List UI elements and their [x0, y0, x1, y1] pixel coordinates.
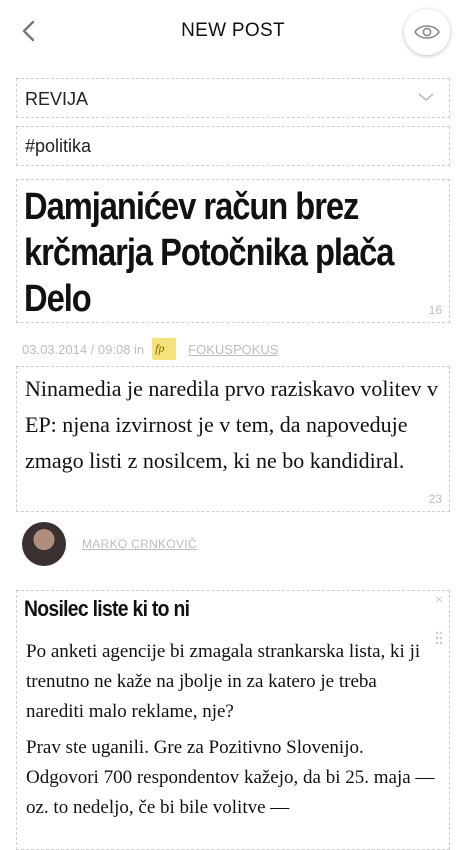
preview-button[interactable]	[404, 9, 450, 55]
body-subheading: Nosilec liste ki to ni	[24, 596, 190, 621]
category-value: REVIJA	[25, 89, 89, 109]
post-date: 03.03.2014 / 09:08 in	[22, 341, 145, 357]
page-title: NEW POST	[181, 20, 285, 41]
headline-text: Damjanićev račun brez krčmarja Potočnika…	[24, 186, 394, 320]
avatar	[22, 522, 66, 566]
top-bar: NEW POST	[0, 0, 466, 62]
source-link[interactable]: FOKUSPOKUS	[188, 342, 278, 357]
post-meta: 03.03.2014 / 09:08 in fp FOKUSPOKUS	[22, 338, 278, 360]
tags-field[interactable]: #politika	[16, 126, 450, 166]
source-logo: fp	[152, 338, 177, 360]
author-name-link[interactable]: MARKO CRNKOVIČ	[82, 537, 197, 551]
lead-field[interactable]: Ninamedia je naredila prvo raziskavo vol…	[16, 366, 450, 512]
eye-icon	[414, 25, 440, 39]
body-block[interactable]: × Nosilec liste ki to ni Po anketi agenc…	[16, 590, 450, 850]
lead-text: Ninamedia je naredila prvo raziskavo vol…	[25, 376, 438, 473]
close-icon[interactable]: ×	[435, 591, 443, 607]
lead-char-count: 23	[428, 492, 442, 506]
headline-char-count: 16	[428, 303, 442, 317]
headline-field[interactable]: Damjanićev račun brez krčmarja Potočnika…	[16, 179, 450, 323]
body-paragraph: Prav ste uganili. Gre za Pozitivno Slove…	[26, 737, 435, 818]
category-select[interactable]: REVIJA	[16, 78, 450, 118]
tags-value: #politika	[25, 136, 92, 156]
body-paragraph: Po anketi agencije bi zmagala strankarsk…	[26, 641, 421, 722]
author-row: MARKO CRNKOVIČ	[22, 522, 197, 566]
chevron-down-icon	[418, 93, 434, 102]
drag-handle-icon[interactable]	[435, 631, 443, 647]
